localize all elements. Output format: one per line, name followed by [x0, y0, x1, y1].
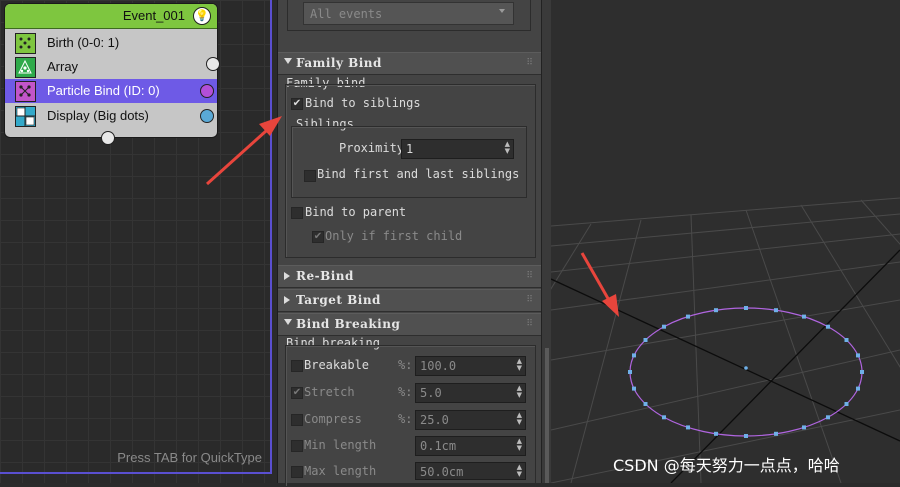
annotation-arrows	[205, 116, 619, 317]
watermark-text: CSDN @每天努力一点点，哈哈	[613, 456, 840, 475]
